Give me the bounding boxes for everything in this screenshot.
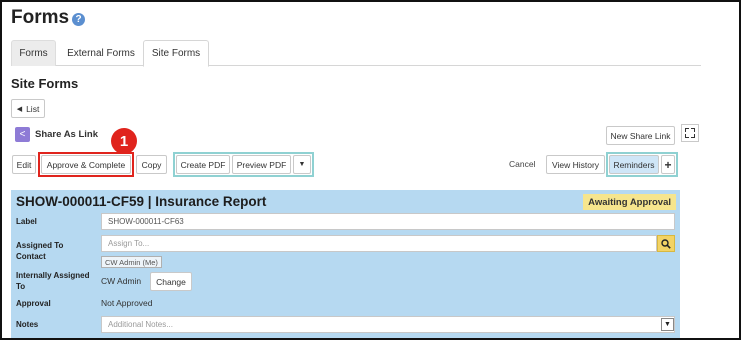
pdf-options-button[interactable]: ▼ bbox=[293, 155, 311, 174]
notes-dropdown-icon[interactable]: ▼ bbox=[661, 318, 674, 331]
search-icon[interactable] bbox=[657, 235, 675, 252]
create-pdf-button[interactable]: Create PDF bbox=[176, 155, 230, 174]
help-icon[interactable]: ? bbox=[72, 13, 85, 26]
tab-external-forms[interactable]: External Forms bbox=[59, 40, 143, 66]
form-title: SHOW-000011-CF59 | Insurance Report bbox=[16, 194, 267, 209]
share-icon[interactable]: < bbox=[15, 127, 30, 142]
label-field-label: Label bbox=[16, 217, 37, 226]
internal-assigned-value: CW Admin bbox=[101, 276, 142, 286]
label-input[interactable]: SHOW-000011-CF63 bbox=[101, 213, 675, 230]
view-history-button[interactable]: View History bbox=[546, 155, 605, 174]
reminders-button[interactable]: Reminders bbox=[609, 155, 659, 174]
list-button-label: List bbox=[26, 103, 40, 114]
copy-button[interactable]: Copy bbox=[136, 155, 167, 174]
caret-down-icon: ▼ bbox=[298, 161, 306, 168]
share-as-link-label: Share As Link bbox=[35, 129, 99, 140]
tab-site-forms[interactable]: Site Forms bbox=[143, 40, 209, 67]
notes-label: Notes bbox=[16, 320, 39, 329]
edit-button[interactable]: Edit bbox=[12, 155, 36, 174]
change-button[interactable]: Change bbox=[150, 272, 192, 291]
assigned-contact-label: Assigned To Contact bbox=[16, 241, 64, 261]
plus-icon[interactable]: + bbox=[661, 155, 675, 174]
callout-badge: 1 bbox=[111, 128, 137, 154]
assign-contact-input[interactable]: Assign To... bbox=[101, 235, 657, 252]
new-share-link-button[interactable]: New Share Link bbox=[606, 126, 675, 145]
approve-highlight bbox=[38, 152, 134, 177]
approval-value: Not Approved bbox=[101, 298, 153, 308]
internal-assigned-label: Internally Assigned To bbox=[16, 271, 90, 291]
status-badge: Awaiting Approval bbox=[583, 194, 676, 210]
cancel-link[interactable]: Cancel bbox=[509, 159, 535, 169]
assigned-contact-chip[interactable]: CW Admin (Me) bbox=[101, 256, 162, 268]
preview-pdf-button[interactable]: Preview PDF bbox=[232, 155, 291, 174]
form-panel: SHOW-000011-CF59 | Insurance Report Awai… bbox=[11, 190, 680, 338]
section-title: Site Forms bbox=[11, 76, 79, 91]
list-button[interactable]: ◀ List bbox=[11, 99, 45, 118]
approval-label: Approval bbox=[16, 299, 51, 308]
fullscreen-icon[interactable] bbox=[681, 124, 699, 142]
tab-bar: Forms External Forms Site Forms bbox=[11, 40, 701, 67]
page-title: Forms bbox=[11, 7, 70, 28]
notes-input[interactable]: Additional Notes... bbox=[101, 316, 675, 333]
window-frame: Forms ? Forms External Forms Site Forms … bbox=[0, 0, 741, 340]
tab-forms[interactable]: Forms bbox=[11, 40, 56, 66]
caret-left-icon: ◀ bbox=[16, 105, 23, 113]
